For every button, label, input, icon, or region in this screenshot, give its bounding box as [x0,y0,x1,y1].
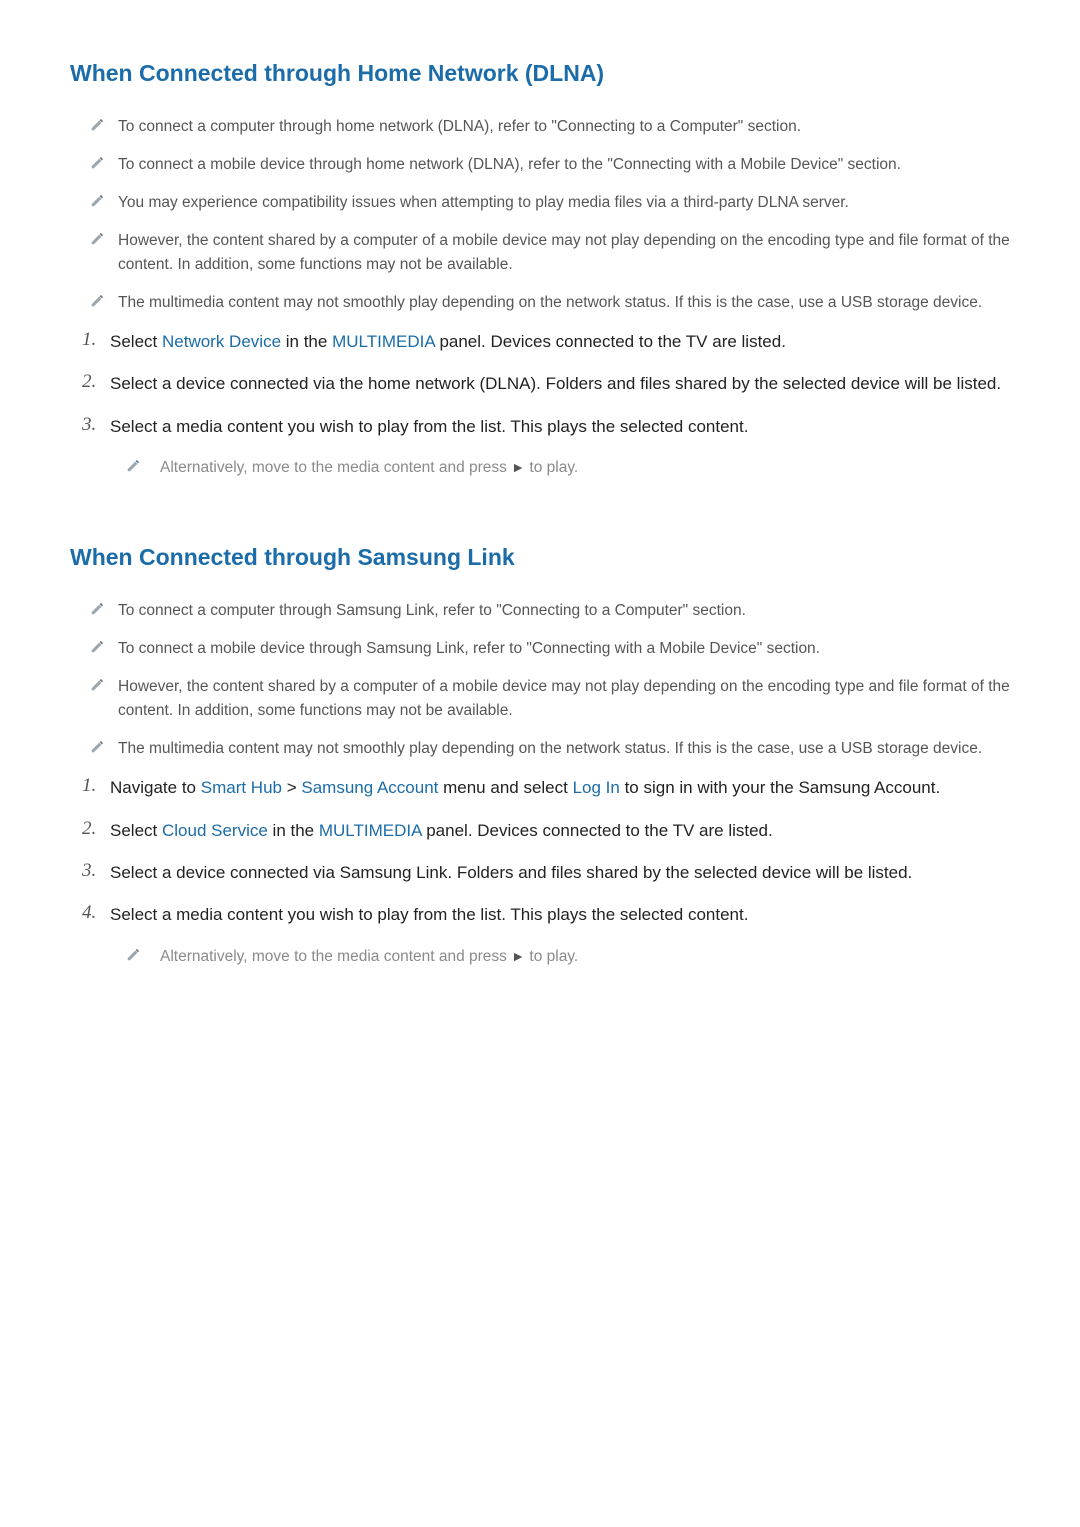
step-text: Select a device connected via the home n… [110,371,1001,397]
pencil-icon [126,948,140,962]
note-text: However, the content shared by a compute… [118,229,1010,277]
step-number: 4. [82,902,110,924]
ui-term-network-device: Network Device [162,332,281,351]
note-text: The multimedia content may not smoothly … [118,291,982,315]
step-number: 2. [82,818,110,840]
step-item: 2. Select Cloud Service in the MULTIMEDI… [82,818,1010,844]
note-item: You may experience compatibility issues … [90,191,1010,215]
note-text: To connect a mobile device through Samsu… [118,637,820,661]
section-heading-samsung-link: When Connected through Samsung Link [70,544,1010,571]
note-text: To connect a computer through Samsung Li… [118,599,746,623]
step-number: 3. [82,860,110,882]
ui-term-cloud-service: Cloud Service [162,821,268,840]
step-text: Select a media content you wish to play … [110,902,748,928]
pencil-icon [90,678,104,692]
note-item: To connect a computer through Samsung Li… [90,599,1010,623]
sub-note: Alternatively, move to the media content… [126,945,1010,969]
step-number: 1. [82,329,110,351]
ui-term-samsung-account: Samsung Account [301,778,438,797]
pencil-icon [90,118,104,132]
pencil-icon [90,294,104,308]
ui-term-multimedia: MULTIMEDIA [319,821,422,840]
sub-note: Alternatively, move to the media content… [126,456,1010,480]
step-number: 2. [82,371,110,393]
pencil-icon [90,740,104,754]
step-item: 2. Select a device connected via the hom… [82,371,1010,397]
step-item: 1. Navigate to Smart Hub > Samsung Accou… [82,775,1010,801]
note-item: To connect a computer through home netwo… [90,115,1010,139]
note-item: However, the content shared by a compute… [90,229,1010,277]
note-text: You may experience compatibility issues … [118,191,849,215]
ui-term-multimedia: MULTIMEDIA [332,332,435,351]
note-item: The multimedia content may not smoothly … [90,291,1010,315]
sub-note-text: Alternatively, move to the media content… [160,456,578,480]
note-text: The multimedia content may not smoothly … [118,737,982,761]
step-item: 4. Select a media content you wish to pl… [82,902,1010,928]
pencil-icon [126,459,140,473]
step-text: Navigate to Smart Hub > Samsung Account … [110,775,940,801]
pencil-icon [90,602,104,616]
sub-note-text: Alternatively, move to the media content… [160,945,578,969]
note-item: To connect a mobile device through Samsu… [90,637,1010,661]
section-heading-dlna: When Connected through Home Network (DLN… [70,60,1010,87]
note-item: To connect a mobile device through home … [90,153,1010,177]
note-item: The multimedia content may not smoothly … [90,737,1010,761]
step-item: 1. Select Network Device in the MULTIMED… [82,329,1010,355]
play-arrow-icon: ► [511,459,525,475]
step-text: Select Network Device in the MULTIMEDIA … [110,329,786,355]
step-number: 3. [82,414,110,436]
step-number: 1. [82,775,110,797]
ui-term-smart-hub: Smart Hub [201,778,282,797]
pencil-icon [90,156,104,170]
ui-term-log-in: Log In [573,778,620,797]
step-text: Select Cloud Service in the MULTIMEDIA p… [110,818,773,844]
note-text: To connect a computer through home netwo… [118,115,801,139]
note-text: To connect a mobile device through home … [118,153,901,177]
note-text: However, the content shared by a compute… [118,675,1010,723]
step-text: Select a device connected via Samsung Li… [110,860,912,886]
pencil-icon [90,640,104,654]
pencil-icon [90,232,104,246]
step-item: 3. Select a device connected via Samsung… [82,860,1010,886]
note-item: However, the content shared by a compute… [90,675,1010,723]
pencil-icon [90,194,104,208]
play-arrow-icon: ► [511,948,525,964]
step-text: Select a media content you wish to play … [110,414,748,440]
step-item: 3. Select a media content you wish to pl… [82,414,1010,440]
